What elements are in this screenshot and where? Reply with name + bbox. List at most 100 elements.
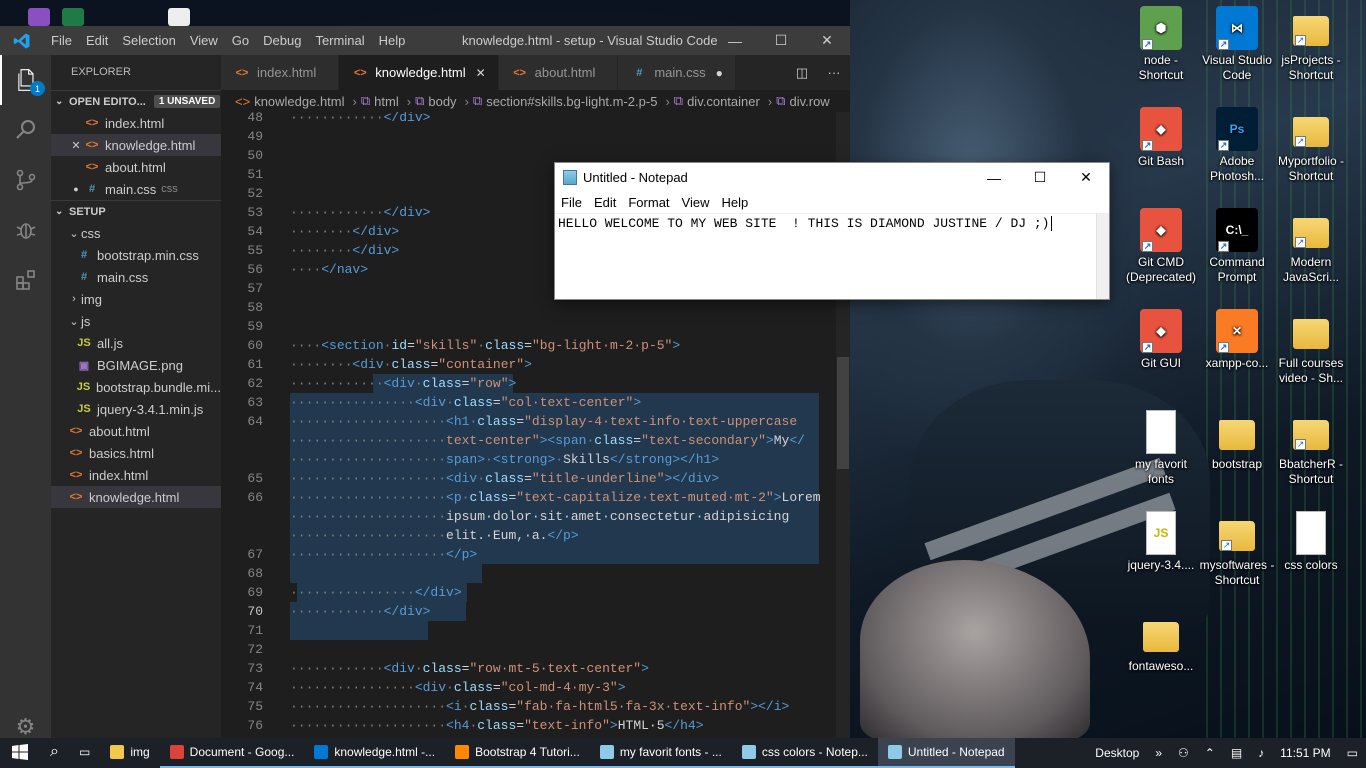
extensions-activity-button[interactable] bbox=[0, 255, 51, 305]
file-tree-item[interactable]: # bootstrap.min.css bbox=[51, 244, 221, 266]
open-editors-header[interactable]: ⌄ OPEN EDITO... 1 UNSAVED bbox=[51, 90, 221, 112]
menu-edit[interactable]: Edit bbox=[79, 33, 115, 48]
close-button[interactable]: ✕ bbox=[1063, 163, 1109, 192]
close-button[interactable]: ✕ bbox=[804, 26, 850, 55]
volume-icon[interactable]: ♪ bbox=[1250, 746, 1272, 760]
menu-file[interactable]: File bbox=[44, 33, 79, 48]
breadcrumb-item[interactable]: section#skills.bg-light.m-2.p-5 bbox=[486, 94, 657, 109]
desktop-icon-folder[interactable]: ↗ jsProjects - Shortcut bbox=[1273, 6, 1349, 83]
file-tree-item[interactable]: › img bbox=[51, 288, 221, 310]
breadcrumb-item[interactable]: html bbox=[374, 94, 399, 109]
menu-terminal[interactable]: Terminal bbox=[308, 33, 371, 48]
desktop-icon-folder[interactable]: fontaweso... bbox=[1123, 612, 1199, 674]
source-control-activity-button[interactable] bbox=[0, 155, 51, 205]
breadcrumb-item[interactable]: div.container bbox=[687, 94, 760, 109]
breadcrumb-item[interactable]: div.row bbox=[789, 94, 829, 109]
desktop-toolbar-label[interactable]: Desktop bbox=[1087, 746, 1147, 760]
split-editor-icon[interactable]: ◫ bbox=[786, 65, 818, 81]
maximize-button[interactable]: ☐ bbox=[1017, 163, 1063, 192]
search-button[interactable]: ⌕ bbox=[40, 738, 69, 768]
debug-activity-button[interactable] bbox=[0, 205, 51, 255]
desktop-icon-folder[interactable]: ↗ mysoftwares - Shortcut bbox=[1199, 511, 1275, 588]
explorer-activity-button[interactable]: 1 bbox=[0, 55, 51, 105]
open-editor-item[interactable]: ✕ <> knowledge.html bbox=[51, 134, 221, 156]
open-editor-item[interactable]: ● # main.css css bbox=[51, 178, 221, 200]
menu-view[interactable]: View bbox=[183, 33, 225, 48]
desktop-icon-vscode[interactable]: ⋈ ↗ Visual Studio Code bbox=[1199, 6, 1275, 83]
desktop-icon-git[interactable]: ◆ ↗ Git CMD (Deprecated) bbox=[1123, 208, 1199, 285]
notepad-scrollbar[interactable] bbox=[1096, 213, 1109, 299]
minimize-button[interactable]: — bbox=[712, 26, 758, 55]
file-tree-item[interactable]: <> index.html bbox=[51, 464, 221, 486]
manage-activity-button[interactable]: ⚙ bbox=[0, 702, 51, 740]
js-file-icon: JS bbox=[1146, 511, 1176, 555]
close-icon[interactable]: ✕ bbox=[69, 139, 83, 152]
notifications-icon[interactable]: ▭ bbox=[1339, 746, 1366, 760]
minimize-button[interactable]: — bbox=[971, 163, 1017, 192]
menu-help[interactable]: Help bbox=[372, 33, 413, 48]
breadcrumb-item[interactable]: body bbox=[428, 94, 456, 109]
desktop-icon-node[interactable]: ⬢ ↗ node - Shortcut bbox=[1123, 6, 1199, 83]
menu-debug[interactable]: Debug bbox=[256, 33, 308, 48]
tab-about-html[interactable]: <> about.html bbox=[498, 55, 619, 90]
desktop-icon-git[interactable]: ◆ ↗ Git Bash bbox=[1123, 107, 1199, 169]
scrollbar-thumb[interactable] bbox=[837, 357, 849, 469]
clock[interactable]: 11:51 PM bbox=[1272, 746, 1338, 760]
taskbar-item[interactable]: Bootstrap 4 Tutori... bbox=[445, 738, 590, 768]
file-tree-item[interactable]: # main.css bbox=[51, 266, 221, 288]
chevron-right-icon[interactable]: » bbox=[1147, 746, 1170, 760]
notepad-menu-edit[interactable]: Edit bbox=[588, 195, 622, 210]
desktop-icon-git[interactable]: ◆ ↗ Git GUI bbox=[1123, 309, 1199, 371]
start-button[interactable] bbox=[0, 738, 40, 768]
notepad-text-area[interactable]: HELLO WELCOME TO MY WEB SITE ! THIS IS D… bbox=[555, 213, 1097, 299]
desktop-icon-folder[interactable]: ↗ Myportfolio - Shortcut bbox=[1273, 107, 1349, 184]
desktop-icon-folder[interactable]: ↗ Modern JavaScri... bbox=[1273, 208, 1349, 285]
file-tree-item[interactable]: <> knowledge.html bbox=[51, 486, 221, 508]
setup-folder-header[interactable]: ⌄ SETUP bbox=[51, 200, 221, 222]
close-icon[interactable]: ✕ bbox=[476, 66, 486, 80]
menu-selection[interactable]: Selection bbox=[115, 33, 182, 48]
menu-go[interactable]: Go bbox=[225, 33, 256, 48]
unsaved-dot-icon[interactable]: ● bbox=[716, 66, 723, 80]
more-actions-icon[interactable]: ··· bbox=[818, 65, 850, 80]
tab-main-css[interactable]: # main.css ● bbox=[618, 55, 736, 90]
desktop-icon-folder[interactable]: ↗ BbatcherR - Shortcut bbox=[1273, 410, 1349, 487]
taskbar-item[interactable]: knowledge.html -... bbox=[304, 738, 446, 768]
taskbar-item[interactable]: Untitled - Notepad bbox=[877, 738, 1015, 768]
taskbar-item[interactable]: css colors - Notep... bbox=[731, 738, 878, 768]
desktop-icon-js[interactable]: JS jquery-3.4.... bbox=[1123, 511, 1199, 573]
breadcrumb-item[interactable]: knowledge.html bbox=[254, 94, 344, 109]
notepad-menu-help[interactable]: Help bbox=[715, 195, 754, 210]
notepad-menu-view[interactable]: View bbox=[676, 195, 716, 210]
file-tree-item[interactable]: ⌄ js bbox=[51, 310, 221, 332]
open-editor-item[interactable]: <> about.html bbox=[51, 156, 221, 178]
file-tree-item[interactable]: <> about.html bbox=[51, 420, 221, 442]
file-tree-item[interactable]: <> basics.html bbox=[51, 442, 221, 464]
desktop-icon-xampp[interactable]: ✕ ↗ xampp-co... bbox=[1199, 309, 1275, 371]
search-activity-button[interactable] bbox=[0, 105, 51, 155]
taskbar-item[interactable]: img bbox=[100, 738, 159, 768]
network-icon[interactable]: ▤ bbox=[1223, 746, 1250, 760]
notepad-menu-file[interactable]: File bbox=[555, 195, 588, 210]
file-tree-item[interactable]: JS all.js bbox=[51, 332, 221, 354]
desktop-icon-cmd[interactable]: C:\_ ↗ Command Prompt bbox=[1199, 208, 1275, 285]
taskbar-item[interactable]: my favorit fonts - ... bbox=[589, 738, 732, 768]
file-tree-item[interactable]: ⌄ css bbox=[51, 222, 221, 244]
maximize-button[interactable]: ☐ bbox=[758, 26, 804, 55]
open-editor-item[interactable]: <> index.html bbox=[51, 112, 221, 134]
task-view-button[interactable]: ▭ bbox=[69, 738, 100, 768]
desktop-icon-doc[interactable]: my favorit fonts bbox=[1123, 410, 1199, 487]
tab-index-html[interactable]: <> index.html bbox=[221, 55, 340, 90]
desktop-icon-folder[interactable]: bootstrap bbox=[1199, 410, 1275, 472]
chevron-up-icon[interactable]: ⌃ bbox=[1197, 746, 1223, 760]
desktop-icon-doc[interactable]: css colors bbox=[1273, 511, 1349, 573]
file-tree-item[interactable]: JS bootstrap.bundle.mi... bbox=[51, 376, 221, 398]
people-icon[interactable]: ⚇ bbox=[1170, 746, 1197, 760]
file-tree-item[interactable]: JS jquery-3.4.1.min.js bbox=[51, 398, 221, 420]
notepad-menu-format[interactable]: Format bbox=[622, 195, 675, 210]
desktop-icon-ps[interactable]: Ps ↗ Adobe Photosh... bbox=[1199, 107, 1275, 184]
desktop-icon-folder[interactable]: Full courses video - Sh... bbox=[1273, 309, 1349, 386]
file-tree-item[interactable]: ▣ BGIMAGE.png bbox=[51, 354, 221, 376]
taskbar-item[interactable]: Document - Goog... bbox=[159, 738, 305, 768]
tab-knowledge-html[interactable]: <> knowledge.html ✕ bbox=[339, 55, 499, 90]
